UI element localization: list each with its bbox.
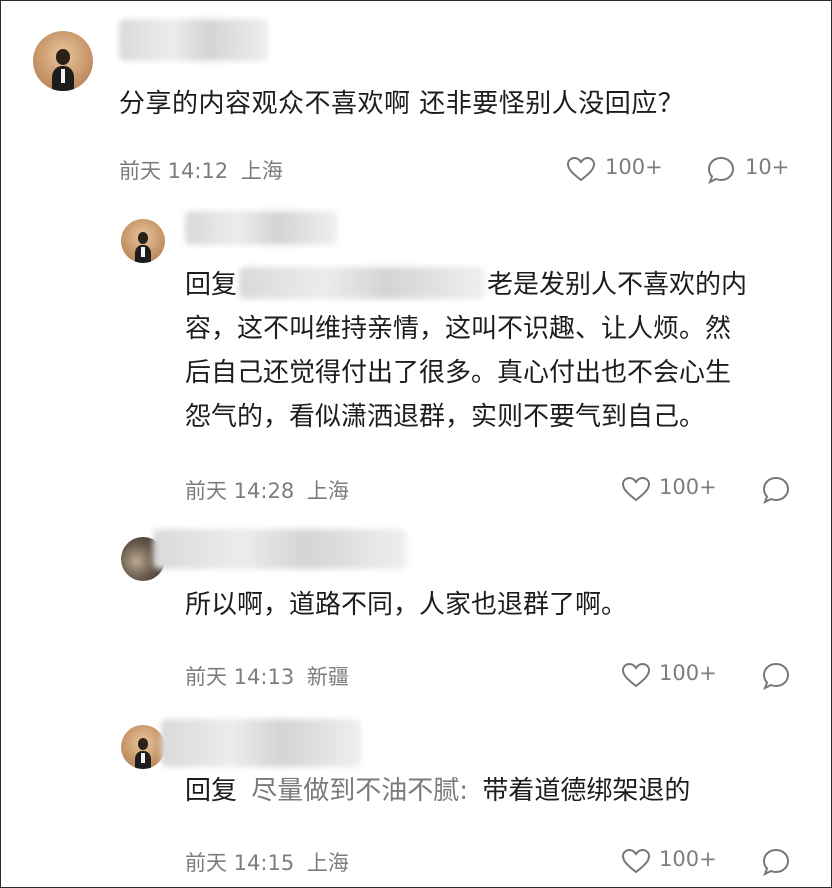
reply-target-name[interactable]: 尽量做到不油不腻: <box>251 776 468 806</box>
avatar[interactable] <box>121 725 165 769</box>
comment-body: 带着道德绑架退的 <box>482 776 691 806</box>
timestamp: 前天 14:15 <box>185 851 295 875</box>
heart-icon[interactable] <box>566 156 596 182</box>
comment-thread: 分享的内容观众不喜欢啊 还非要怪别人没回应？ 前天 14:12 上海 100+ … <box>0 0 832 888</box>
username-blurred[interactable] <box>185 211 337 245</box>
comment-text: 分享的内容观众不喜欢啊 还非要怪别人没回应？ <box>119 89 685 119</box>
timestamp: 前天 14:28 <box>185 479 295 503</box>
comment-body-line: 后自己还觉得付出了很多。真心付出也不会心生 <box>185 358 732 388</box>
location: 新疆 <box>306 665 349 689</box>
avatar[interactable] <box>33 31 93 91</box>
comment-timestamp: 前天 14:28 上海 <box>185 475 349 505</box>
timestamp: 前天 14:13 <box>185 665 295 689</box>
comment-timestamp: 前天 14:13 新疆 <box>185 661 349 691</box>
like-count: 100+ <box>659 475 717 499</box>
avatar[interactable] <box>121 219 165 263</box>
heart-icon[interactable] <box>621 476 651 502</box>
comment-text: 所以啊，道路不同，人家也退群了啊。 <box>185 590 628 620</box>
location: 上海 <box>306 851 349 875</box>
reply-word: 回复 <box>185 776 238 806</box>
reply-target-blurred[interactable] <box>239 267 485 299</box>
comment-body-line: 老是发别人不喜欢的内 <box>487 270 748 300</box>
like-count: 100+ <box>659 661 717 685</box>
username-blurred[interactable] <box>119 19 269 61</box>
comment-timestamp: 前天 14:15 上海 <box>185 847 349 877</box>
reply-count: 10+ <box>745 155 790 179</box>
comment-bubble-icon[interactable] <box>761 475 791 505</box>
username-blurred[interactable] <box>153 529 407 569</box>
comment-body-line: 容，这不叫维持亲情，这叫不识趣、让人烦。然 <box>185 314 732 344</box>
like-count: 100+ <box>605 155 663 179</box>
heart-icon[interactable] <box>621 662 651 688</box>
comment-bubble-icon[interactable] <box>706 155 736 185</box>
comment-bubble-icon[interactable] <box>761 847 791 877</box>
comment-bubble-icon[interactable] <box>761 661 791 691</box>
location: 上海 <box>240 159 283 183</box>
timestamp: 前天 14:12 <box>119 159 229 183</box>
reply-word: 回复 <box>185 270 238 300</box>
heart-icon[interactable] <box>621 848 651 874</box>
comment-timestamp: 前天 14:12 上海 <box>119 155 283 185</box>
like-count: 100+ <box>659 847 717 871</box>
comment-body-line: 怨气的，看似潇洒退群，实则不要气到自己。 <box>185 402 706 432</box>
username-blurred[interactable] <box>161 719 361 767</box>
location: 上海 <box>306 479 349 503</box>
comment-text: 回复 尽量做到不油不腻: 带着道德绑架退的 <box>185 769 690 813</box>
